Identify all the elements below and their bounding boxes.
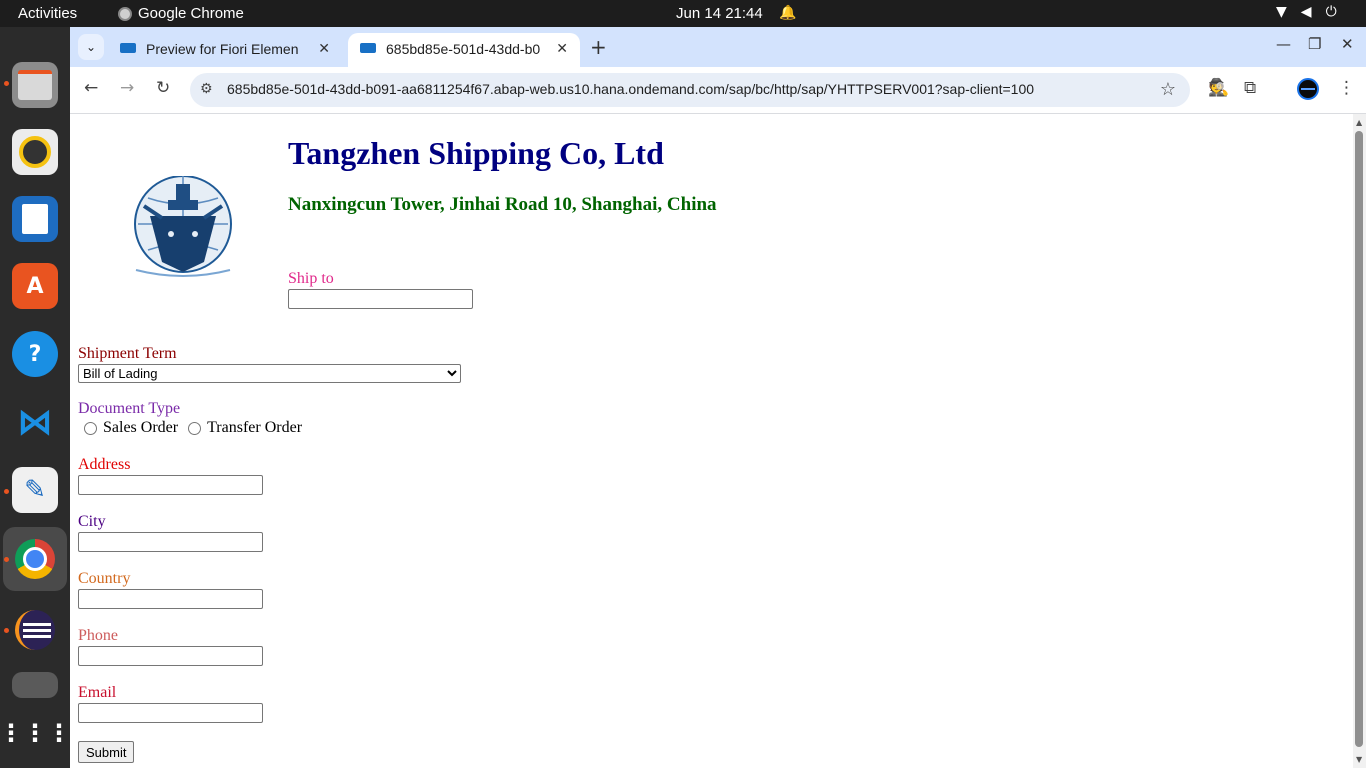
running-indicator [4, 489, 9, 494]
shipment-term-select[interactable]: Bill of Lading [78, 364, 461, 383]
minimize-icon[interactable]: — [1276, 35, 1291, 53]
tab-preview-fiori[interactable]: Preview for Fiori Elemen ✕ [108, 33, 342, 67]
eclipse-icon[interactable] [12, 607, 58, 653]
more-menu-icon[interactable]: ⋮ [1338, 78, 1355, 98]
scrollbar-thumb[interactable] [1355, 131, 1363, 747]
app-menu[interactable]: Google Chrome [118, 5, 244, 22]
wifi-icon: ▼ [1276, 4, 1287, 20]
clock[interactable]: Jun 14 21:44 [676, 5, 763, 22]
running-indicator [4, 628, 9, 633]
browser-tab-strip: ⌄ Preview for Fiori Elemen ✕ 685bd85e-50… [70, 27, 1366, 67]
back-arrow-icon[interactable]: ← [84, 78, 98, 98]
tab-title: Preview for Fiori Elemen [146, 41, 299, 57]
new-tab-plus-icon[interactable]: + [590, 35, 607, 59]
site-info-tune-icon[interactable]: ⚙ [200, 81, 213, 97]
tab-close-icon[interactable]: ✕ [556, 40, 568, 57]
email-input[interactable] [78, 703, 263, 723]
sales-order-label[interactable]: Sales Order [103, 419, 178, 437]
tab-search-chevron-down-icon[interactable]: ⌄ [78, 34, 104, 60]
transfer-order-label[interactable]: Transfer Order [207, 419, 302, 437]
files-icon[interactable] [12, 62, 58, 108]
city-input[interactable] [78, 532, 263, 552]
system-menu[interactable]: ▼ ◀ ⏻ [1276, 4, 1337, 20]
phone-label: Phone [78, 627, 118, 644]
bookmark-star-icon[interactable]: ☆ [1160, 79, 1176, 100]
libreoffice-writer-icon[interactable] [12, 196, 58, 242]
web-page: Tangzhen Shipping Co, Ltd Nanxingcun Tow… [70, 114, 1353, 768]
scroll-down-arrow-icon[interactable]: ▼ [1356, 755, 1362, 764]
help-icon[interactable]: ? [12, 331, 58, 377]
drive-icon[interactable] [12, 672, 58, 698]
address-label: Address [78, 456, 131, 473]
power-icon: ⏻ [1325, 4, 1337, 20]
transfer-order-radio[interactable] [188, 421, 202, 435]
tab-close-icon[interactable]: ✕ [318, 40, 330, 57]
tab-title: 685bd85e-501d-43dd-b0 [386, 41, 541, 57]
email-label: Email [78, 684, 117, 701]
shipment-term-label: Shipment Term [78, 345, 177, 362]
company-name: Tangzhen Shipping Co, Ltd [288, 135, 664, 171]
sap-favicon-icon [360, 43, 376, 53]
vscode-icon[interactable]: ⋈ [12, 399, 58, 445]
text-editor-icon[interactable]: ✎ [12, 467, 58, 513]
document-type-radio-group: Sales Order Transfer Order [82, 419, 302, 437]
address-bar[interactable]: ⚙ 685bd85e-501d-43dd-b091-aa6811254f67.a… [190, 73, 1190, 107]
dock: A ? ⋈ ✎ ⋮⋮⋮ [0, 27, 71, 768]
page-scrollbar[interactable]: ▲ ▼ [1353, 114, 1366, 768]
chrome-app-icon [118, 6, 132, 21]
country-input[interactable] [78, 589, 263, 609]
scroll-up-arrow-icon[interactable]: ▲ [1356, 118, 1362, 127]
running-indicator [4, 557, 9, 562]
rhythmbox-icon[interactable] [12, 129, 58, 175]
forward-arrow-icon[interactable]: → [120, 78, 134, 98]
restore-icon[interactable]: ❐ [1308, 35, 1321, 53]
app-center-icon[interactable]: A [12, 263, 58, 309]
window-close-icon[interactable]: ✕ [1341, 35, 1354, 53]
sales-order-radio[interactable] [84, 421, 97, 435]
running-indicator [4, 81, 9, 86]
ship-to-label: Ship to [288, 270, 334, 287]
volume-icon: ◀ [1300, 4, 1312, 20]
system-top-bar: Activities Google Chrome Jun 14 21:44 🔔 … [0, 0, 1366, 27]
ship-to-input[interactable] [288, 289, 473, 309]
company-logo [128, 175, 238, 278]
app-name: Google Chrome [138, 5, 244, 22]
reload-icon[interactable]: ↻ [156, 78, 170, 98]
phone-input[interactable] [78, 646, 263, 666]
company-address: Nanxingcun Tower, Jinhai Road 10, Shangh… [288, 194, 717, 215]
document-type-label: Document Type [78, 400, 181, 417]
tab-active-yhttpserv[interactable]: 685bd85e-501d-43dd-b0 ✕ [348, 33, 580, 67]
activities-button[interactable]: Activities [18, 5, 77, 22]
url-text[interactable]: 685bd85e-501d-43dd-b091-aa6811254f67.aba… [227, 81, 1034, 97]
chrome-icon[interactable] [12, 536, 58, 582]
incognito-extension-icon[interactable]: 🕵 [1208, 78, 1229, 98]
submit-button[interactable]: Submit [78, 741, 135, 763]
address-input[interactable] [78, 475, 263, 495]
profile-avatar[interactable] [1297, 78, 1319, 100]
city-label: City [78, 513, 106, 530]
extensions-puzzle-icon[interactable]: ⧉ [1244, 78, 1256, 98]
browser-toolbar: ← → ↻ ⚙ 685bd85e-501d-43dd-b091-aa681125… [70, 67, 1366, 114]
show-apps-icon[interactable]: ⋮⋮⋮ [0, 710, 71, 756]
notification-bell-icon[interactable]: 🔔 [779, 5, 796, 21]
sap-favicon-icon [120, 43, 136, 53]
country-label: Country [78, 570, 131, 587]
